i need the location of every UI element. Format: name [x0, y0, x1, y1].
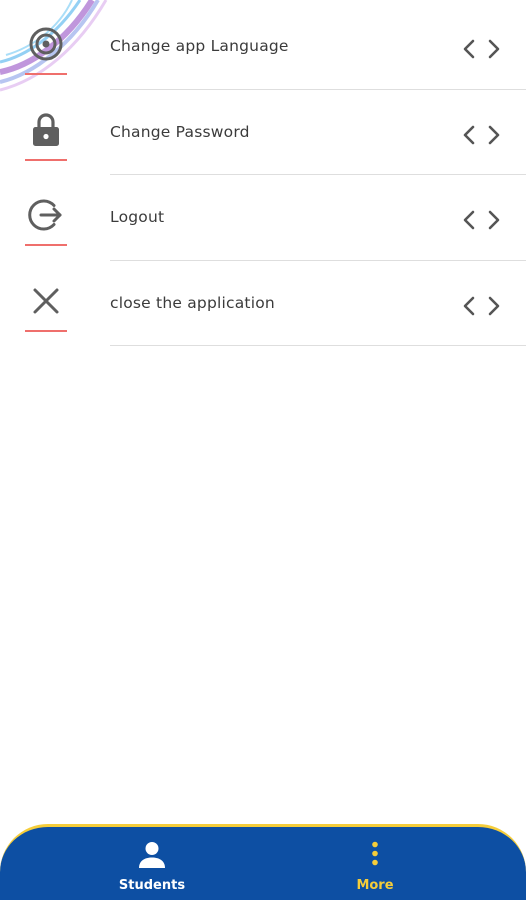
menu-item-label: Logout	[110, 208, 165, 226]
bottom-navigation-bar: Students More	[0, 824, 526, 900]
row-divider	[110, 345, 526, 346]
chevron-left-right-icon	[463, 125, 500, 144]
icon-underline	[25, 73, 67, 75]
menu-item-label: Change Password	[110, 122, 250, 141]
more-vertical-icon	[372, 841, 378, 866]
nav-item-more[interactable]: More	[315, 827, 435, 900]
lock-icon	[24, 112, 68, 148]
menu-item-change-language[interactable]: Change app Language	[0, 4, 526, 90]
logout-icon	[24, 197, 68, 233]
close-icon	[24, 283, 68, 319]
nav-item-students[interactable]: Students	[92, 827, 212, 900]
menu-item-logout[interactable]: Logout	[0, 175, 526, 261]
menu-item-close-application[interactable]: close the application	[0, 261, 526, 346]
menu-item-label: close the application	[110, 293, 275, 312]
nav-item-label: More	[356, 878, 394, 893]
nav-item-label: Students	[118, 878, 186, 893]
icon-underline	[25, 158, 67, 161]
language-icon	[24, 26, 68, 62]
icon-underline	[25, 329, 67, 332]
chevron-left-right-icon	[463, 210, 500, 230]
menu-item-label: Change app Language	[110, 37, 289, 55]
icon-underline	[25, 244, 67, 246]
person-icon	[139, 842, 165, 868]
chevron-left-right-icon	[463, 296, 500, 315]
settings-menu: Change app Language Change Password Logo…	[0, 4, 526, 346]
chevron-left-right-icon	[463, 39, 500, 59]
menu-item-change-password[interactable]: Change Password	[0, 90, 526, 175]
